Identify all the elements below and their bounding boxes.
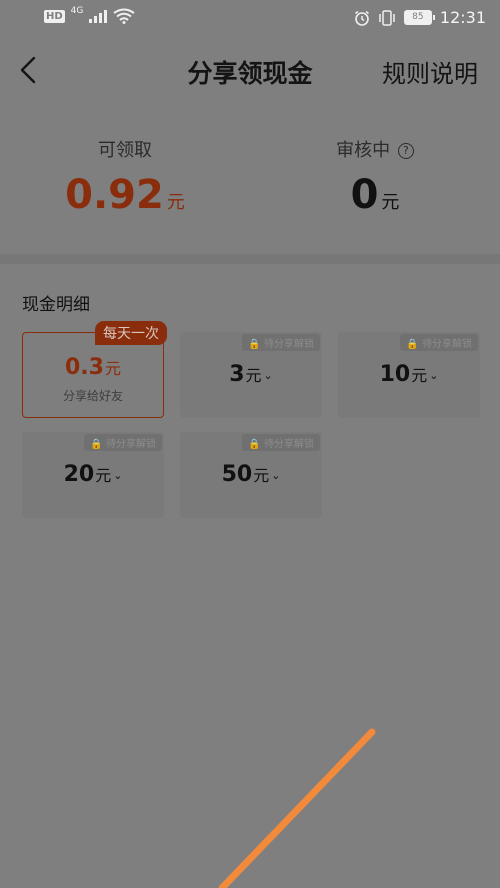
hd-badge: HD xyxy=(44,9,65,23)
cash-detail-title: 现金明细 xyxy=(22,295,90,315)
signal-icon xyxy=(89,9,108,23)
lock-tag-label: 待分享解锁 xyxy=(264,339,314,350)
wifi-icon xyxy=(113,8,135,24)
chevron-down-icon: ⌄ xyxy=(113,469,123,482)
help-icon[interactable]: ? xyxy=(397,143,414,159)
review-label-row: 审核中 ? xyxy=(250,136,500,162)
card-amount-value: 20 xyxy=(63,462,95,487)
card-amount-unit: 元 xyxy=(95,466,112,485)
chevron-down-icon: ⌄ xyxy=(271,469,281,482)
lock-tag-label: 待分享解锁 xyxy=(422,339,472,350)
nav-bar: 分享领现金 规则说明 xyxy=(0,34,500,106)
lock-tag: 🔒 待分享解锁 xyxy=(242,434,320,451)
cash-card-50[interactable]: 🔒 待分享解锁 50元 ⌄ xyxy=(180,432,322,518)
lock-tag-label: 待分享解锁 xyxy=(106,439,156,450)
available-label: 可领取 xyxy=(98,140,152,161)
card-amount-value: 10 xyxy=(379,362,411,387)
cash-card-20[interactable]: 🔒 待分享解锁 20元 ⌄ xyxy=(22,432,164,518)
card-amount: 10元 ⌄ xyxy=(338,362,480,387)
battery-icon: 85 xyxy=(403,10,435,25)
status-right: 85 12:31 xyxy=(354,8,486,27)
rules-link[interactable]: 规则说明 xyxy=(382,54,478,89)
clock: 12:31 xyxy=(439,8,486,27)
card-amount-value: 3 xyxy=(229,362,245,387)
alarm-icon xyxy=(354,10,369,26)
chevron-down-icon: ⌄ xyxy=(263,369,273,382)
cash-card-10[interactable]: 🔒 待分享解锁 10元 ⌄ xyxy=(338,332,480,418)
review-block: 审核中 ? 0元 xyxy=(250,136,500,218)
cash-card-0-3[interactable]: 每天一次 0.3元 分享给好友 xyxy=(22,321,167,418)
vibrate-icon xyxy=(379,9,395,26)
lock-tag: 🔒 待分享解锁 xyxy=(400,334,478,351)
status-left: HD 4G xyxy=(44,6,135,24)
card-amount: 20元 ⌄ xyxy=(22,462,164,487)
cash-summary: 可领取 0.92 元 审核中 ? 0元 xyxy=(0,106,500,254)
card-amount: 0.3元 xyxy=(23,355,163,380)
card-amount-unit: 元 xyxy=(253,466,270,485)
card-subtitle: 分享给好友 xyxy=(62,389,123,403)
card-amount: 50元 ⌄ xyxy=(180,462,322,487)
card-amount-unit: 元 xyxy=(411,366,428,385)
card-amount-value: 0.3 xyxy=(65,355,104,380)
available-block: 可领取 0.92 元 xyxy=(0,136,250,218)
review-value: 0 xyxy=(350,172,379,218)
review-label: 审核中 xyxy=(336,140,391,161)
status-bar: HD 4G 85 12:31 xyxy=(0,0,500,34)
available-amount: 0.92 元 xyxy=(0,172,250,218)
chevron-down-icon: ⌄ xyxy=(429,369,439,382)
network-type: 4G xyxy=(70,6,84,16)
daily-tag: 每天一次 xyxy=(95,321,167,345)
lock-tag-label: 待分享解锁 xyxy=(264,439,314,450)
card-amount-unit: 元 xyxy=(104,359,121,378)
review-amount: 0元 xyxy=(250,172,500,218)
card-amount-unit: 元 xyxy=(245,366,262,385)
card-amount: 3元 ⌄ xyxy=(180,362,322,387)
lock-tag: 🔒 待分享解锁 xyxy=(84,434,162,451)
lock-tag: 🔒 待分享解锁 xyxy=(242,334,320,351)
review-unit: 元 xyxy=(381,192,400,213)
card-amount-value: 50 xyxy=(221,462,253,487)
cash-card-3[interactable]: 🔒 待分享解锁 3元 ⌄ xyxy=(180,332,322,418)
section-divider xyxy=(0,254,500,264)
available-value: 0.92 xyxy=(65,172,164,218)
available-unit: 元 xyxy=(166,192,185,213)
